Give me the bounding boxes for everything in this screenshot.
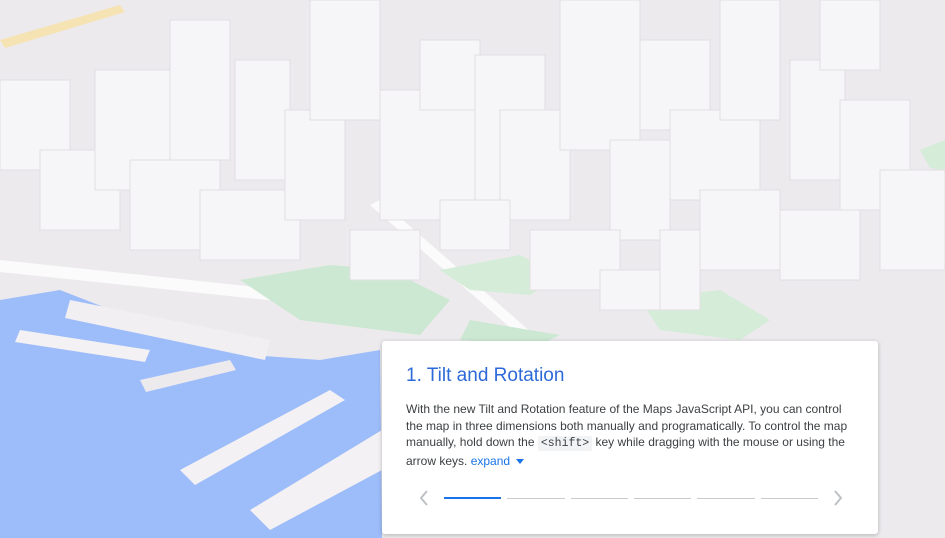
step-navigation xyxy=(382,486,878,510)
card-description: With the new Tilt and Rotation feature o… xyxy=(406,401,856,469)
step-indicator-1[interactable] xyxy=(444,497,502,499)
chevron-right-icon xyxy=(834,490,843,506)
step-indicator-6[interactable] xyxy=(760,498,818,499)
shift-key-code: <shift> xyxy=(537,436,593,451)
tour-info-card: 1. Tilt and Rotation With the new Tilt a… xyxy=(382,341,878,534)
card-title: 1. Tilt and Rotation xyxy=(406,365,565,386)
step-indicator-4[interactable] xyxy=(633,498,692,499)
caret-down-icon xyxy=(516,458,525,464)
step-indicator-5[interactable] xyxy=(697,498,755,499)
step-indicators xyxy=(444,497,818,499)
expand-label[interactable]: expand xyxy=(471,454,510,468)
chevron-left-icon xyxy=(419,490,428,506)
prev-step-button[interactable] xyxy=(416,488,432,508)
expand-link[interactable]: expand xyxy=(471,454,525,468)
step-indicator-2[interactable] xyxy=(507,498,565,499)
next-step-button[interactable] xyxy=(830,488,846,508)
step-indicator-3[interactable] xyxy=(570,498,628,499)
